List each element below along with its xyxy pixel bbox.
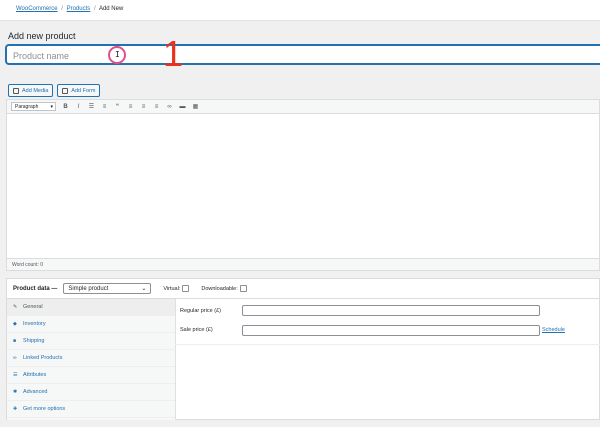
tab-linked-products[interactable]: ∞ Linked Products	[7, 350, 175, 367]
tab-label: Attributes	[23, 372, 47, 378]
editor-toolbar: Paragraph ▾ B I ☰ ≡ “ ≡ ≡ ≡ ∞ ▬ ▦	[7, 100, 599, 114]
tab-label: General	[23, 304, 43, 310]
virtual-checkbox[interactable]: Virtual:	[163, 285, 190, 292]
downloadable-label: Downloadable:	[201, 285, 238, 292]
list-icon: ☰	[13, 372, 18, 378]
add-form-button[interactable]: Add Form	[57, 84, 101, 97]
product-type-value: Simple product	[68, 285, 109, 292]
blockquote-icon[interactable]: “	[114, 104, 121, 110]
breadcrumb-separator: /	[93, 6, 96, 12]
divider	[175, 344, 600, 345]
content-editor: Paragraph ▾ B I ☰ ≡ “ ≡ ≡ ≡ ∞ ▬ ▦ Word c…	[6, 99, 600, 271]
tab-shipping[interactable]: ■ Shipping	[7, 333, 175, 350]
breadcrumb-woocommerce[interactable]: WooCommerce	[16, 6, 58, 12]
breadcrumb-current: Add New	[98, 6, 124, 12]
tab-label: Linked Products	[23, 355, 63, 361]
annotation-number-1: 1	[163, 33, 184, 74]
tab-get-more-options[interactable]: ✚ Get more options	[7, 401, 175, 418]
virtual-label: Virtual:	[163, 285, 181, 292]
downloadable-checkbox[interactable]: Downloadable:	[201, 285, 247, 292]
format-select-value: Paragraph	[15, 103, 39, 110]
plugin-icon: ✚	[13, 406, 18, 412]
virtual-checkbox-box[interactable]	[182, 285, 190, 292]
gear-icon: ✱	[13, 389, 18, 395]
product-data-header: Product data — Simple product ⌄ Virtual:…	[7, 279, 599, 299]
bold-icon[interactable]: B	[62, 104, 69, 110]
product-data-panel: Product data — Simple product ⌄ Virtual:…	[6, 278, 600, 420]
format-select[interactable]: Paragraph ▾	[11, 102, 56, 111]
tab-inventory[interactable]: ◆ Inventory	[7, 316, 175, 333]
sale-price-label: Sale price (£)	[180, 327, 213, 333]
text-cursor-icon: I	[115, 50, 120, 59]
tab-label: Get more options	[23, 406, 66, 412]
add-media-button[interactable]: Add Media	[8, 84, 54, 97]
regular-price-label: Regular price (£)	[180, 308, 221, 314]
wrench-icon: ✎	[13, 304, 18, 310]
word-count: Word count: 0	[7, 258, 599, 270]
toolbar-toggle-icon[interactable]: ▦	[192, 103, 199, 110]
media-icon	[13, 87, 19, 94]
chevron-down-icon: ▾	[50, 103, 53, 110]
regular-price-input[interactable]	[242, 305, 540, 316]
breadcrumb: WooCommerce / Products / Add New	[16, 6, 123, 12]
tab-attributes[interactable]: ☰ Attributes	[7, 367, 175, 384]
page-title: Add new product	[8, 31, 76, 41]
truck-icon: ■	[13, 338, 17, 344]
horizontal-line-icon[interactable]: ▬	[179, 104, 186, 110]
numbered-list-icon[interactable]: ≡	[101, 104, 108, 110]
product-name-field[interactable]	[6, 45, 600, 65]
tab-label: Shipping	[23, 338, 45, 344]
sale-price-input[interactable]	[242, 325, 540, 336]
product-type-select[interactable]: Simple product ⌄	[63, 283, 152, 294]
breadcrumb-separator: /	[61, 6, 63, 12]
breadcrumb-products[interactable]: Products	[67, 6, 91, 12]
align-left-icon[interactable]: ≡	[127, 104, 134, 110]
product-data-tabs: ✎ General ◆ Inventory ■ Shipping ∞ Linke…	[7, 299, 176, 420]
downloadable-checkbox-box[interactable]	[239, 285, 247, 292]
bullet-list-icon[interactable]: ☰	[88, 103, 95, 110]
tab-advanced[interactable]: ✱ Advanced	[7, 384, 175, 401]
align-center-icon[interactable]: ≡	[140, 104, 147, 110]
add-form-label: Add Form	[71, 87, 96, 94]
italic-icon[interactable]: I	[75, 104, 82, 110]
diamond-icon: ◆	[13, 321, 17, 327]
add-media-label: Add Media	[22, 87, 49, 94]
product-data-label: Product data —	[13, 285, 58, 292]
schedule-link[interactable]: Schedule	[542, 327, 565, 333]
form-icon	[62, 87, 69, 94]
product-name-input[interactable]	[7, 47, 600, 65]
chevron-down-icon: ⌄	[141, 286, 147, 292]
top-bar: WooCommerce / Products / Add New	[0, 0, 600, 21]
media-buttons: Add Media Add Form	[8, 84, 101, 97]
tab-label: Advanced	[23, 389, 48, 395]
editor-body[interactable]	[7, 114, 599, 258]
tab-general[interactable]: ✎ General	[7, 299, 175, 316]
tab-label: Inventory	[23, 321, 46, 327]
align-right-icon[interactable]: ≡	[153, 104, 160, 110]
link-icon[interactable]: ∞	[166, 104, 173, 110]
link-icon: ∞	[13, 355, 17, 361]
